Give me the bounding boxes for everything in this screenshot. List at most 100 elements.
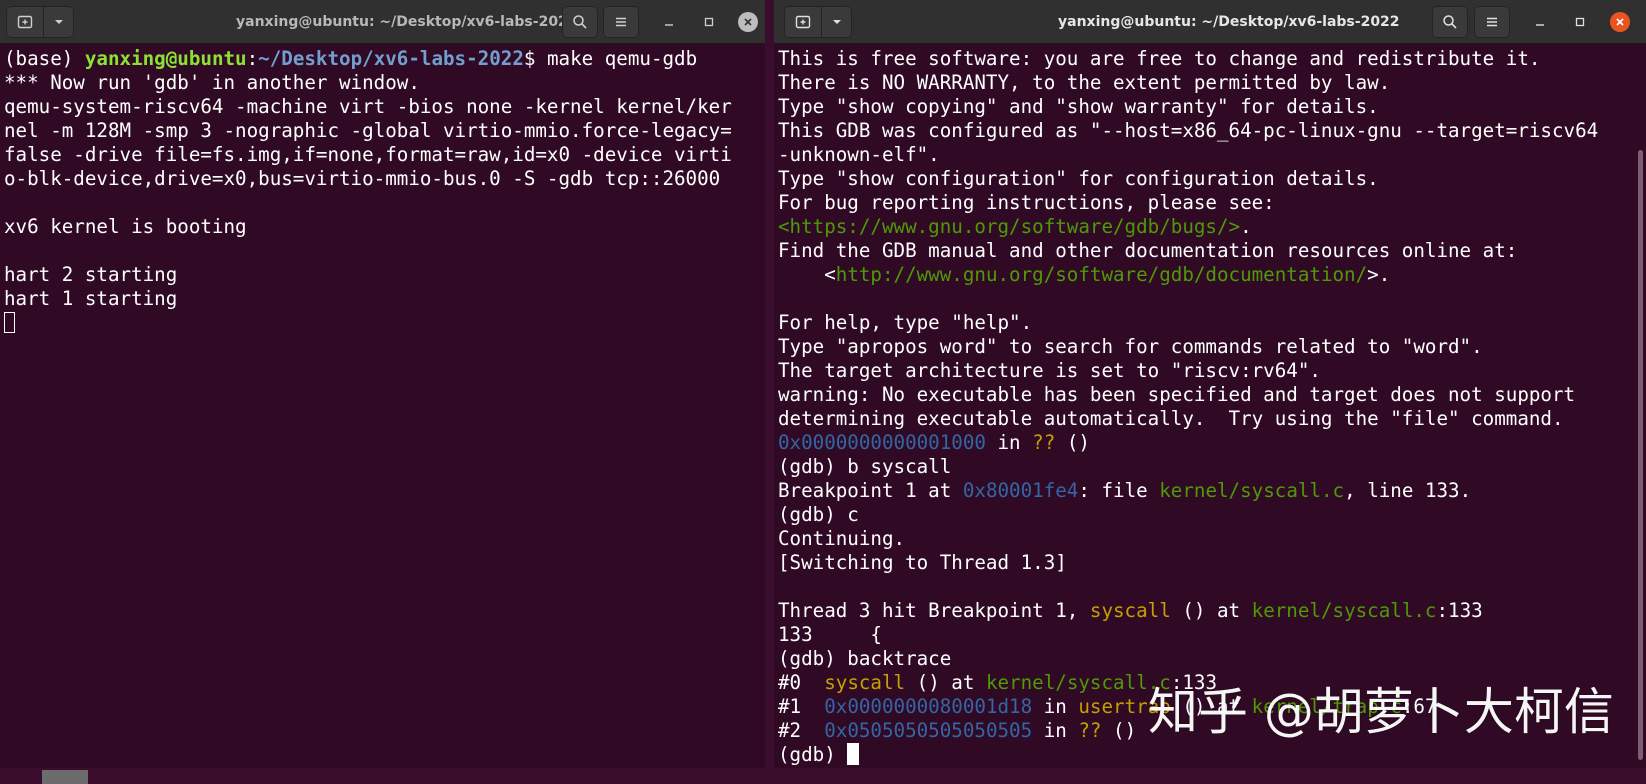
new-tab-icon bbox=[17, 14, 33, 30]
left-tab-menu-button[interactable] bbox=[44, 6, 74, 38]
new-tab-icon bbox=[795, 14, 811, 30]
right-terminal-window[interactable]: yanxing@ubuntu: ~/Desktop/xv6-labs-2022 bbox=[774, 0, 1646, 768]
source-file: kernel/syscall.c bbox=[1252, 599, 1437, 622]
right-hamburger-menu-button[interactable] bbox=[1474, 6, 1510, 38]
text: () at bbox=[1171, 599, 1252, 622]
zhihu-watermark: 知乎 @胡萝卜大柯信 bbox=[1148, 682, 1614, 742]
right-titlebar[interactable]: yanxing@ubuntu: ~/Desktop/xv6-labs-2022 bbox=[774, 0, 1646, 44]
source-file: kernel/syscall.c bbox=[1159, 479, 1344, 502]
right-minimize-button[interactable] bbox=[1530, 12, 1550, 32]
left-hamburger-menu-button[interactable] bbox=[603, 6, 639, 38]
text: : file bbox=[1078, 479, 1159, 502]
right-tab-menu-button[interactable] bbox=[822, 6, 852, 38]
terminal-line: qemu-system-riscv64 -machine virt -bios … bbox=[4, 95, 749, 119]
left-terminal-output[interactable]: (base) yanxing@ubuntu:~/Desktop/xv6-labs… bbox=[4, 47, 749, 768]
blank-line bbox=[778, 575, 1630, 599]
chevron-down-icon bbox=[53, 16, 65, 28]
punctuation: >. bbox=[1367, 263, 1390, 286]
terminal-line bbox=[4, 191, 749, 215]
left-menu-group bbox=[603, 6, 639, 38]
maximize-icon bbox=[703, 16, 715, 28]
terminal-line: false -drive file=fs.img,if=none,format=… bbox=[4, 143, 749, 167]
terminal-line: nel -m 128M -smp 3 -nographic -global vi… bbox=[4, 119, 749, 143]
address: 0x0505050505050505 bbox=[824, 719, 1032, 742]
right-close-button[interactable] bbox=[1610, 12, 1630, 32]
text: in bbox=[1032, 695, 1078, 718]
bug-report-link[interactable]: <https://www.gnu.org/software/gdb/bugs/> bbox=[778, 215, 1240, 238]
left-new-tab-button[interactable] bbox=[6, 6, 44, 38]
terminal-line: For help, type "help". bbox=[778, 311, 1630, 335]
function-name: ?? bbox=[1032, 431, 1055, 454]
right-search-button[interactable] bbox=[1432, 6, 1468, 38]
terminal-line: Continuing. bbox=[778, 527, 1630, 551]
terminal-line: -unknown-elf". bbox=[778, 143, 1630, 167]
right-new-tab-button[interactable] bbox=[784, 6, 822, 38]
cursor-line bbox=[4, 311, 749, 335]
search-icon bbox=[1442, 14, 1458, 30]
terminal-cursor bbox=[4, 312, 15, 333]
desktop: yanxing@ubuntu: ~/Desktop/xv6-labs-2022 bbox=[0, 0, 1646, 784]
documentation-link[interactable]: http://www.gnu.org/software/gdb/document… bbox=[836, 263, 1367, 286]
right-search-group bbox=[1432, 6, 1468, 38]
left-tab-controls bbox=[6, 6, 74, 38]
text: , line 133. bbox=[1344, 479, 1471, 502]
terminal-line: For bug reporting instructions, please s… bbox=[778, 191, 1630, 215]
hamburger-menu-icon bbox=[613, 14, 629, 30]
terminal-line: xv6 kernel is booting bbox=[4, 215, 749, 239]
gdb-command-line: (gdb) c bbox=[778, 503, 1630, 527]
terminal-line: 0x0000000000001000 in ?? () bbox=[778, 431, 1630, 455]
terminal-line: Type "show configuration" for configurat… bbox=[778, 167, 1630, 191]
right-tab-controls bbox=[784, 6, 852, 38]
terminal-line: hart 2 starting bbox=[4, 263, 749, 287]
address: 0x0000000000001000 bbox=[778, 431, 986, 454]
terminal-line: There is NO WARRANTY, to the extent perm… bbox=[778, 71, 1630, 95]
left-titlebar[interactable]: yanxing@ubuntu: ~/Desktop/xv6-labs-2022 bbox=[0, 0, 765, 44]
gdb-terminal-output[interactable]: This is free software: you are free to c… bbox=[778, 47, 1630, 768]
blank-line bbox=[778, 287, 1630, 311]
terminal-line: Thread 3 hit Breakpoint 1, syscall () at… bbox=[778, 599, 1630, 623]
close-icon bbox=[743, 17, 753, 27]
function-name: syscall bbox=[1090, 599, 1171, 622]
gdb-scrollbar[interactable] bbox=[1638, 150, 1643, 760]
prompt-colon: : bbox=[247, 47, 259, 70]
left-window-title: yanxing@ubuntu: ~/Desktop/xv6-labs-2022 bbox=[236, 0, 578, 44]
address: 0x80001fe4 bbox=[963, 479, 1079, 502]
terminal-line: determining executable automatically. Tr… bbox=[778, 407, 1630, 431]
right-menu-group bbox=[1474, 6, 1510, 38]
function-name: syscall bbox=[824, 671, 905, 694]
terminal-line: Find the GDB manual and other documentat… bbox=[778, 239, 1630, 263]
text: in bbox=[1032, 719, 1078, 742]
right-maximize-button[interactable] bbox=[1570, 12, 1590, 32]
terminal-line: Type "show copying" and "show warranty" … bbox=[778, 95, 1630, 119]
hamburger-menu-icon bbox=[1484, 14, 1500, 30]
left-terminal-window[interactable]: yanxing@ubuntu: ~/Desktop/xv6-labs-2022 bbox=[0, 0, 765, 768]
text: Breakpoint 1 at bbox=[778, 479, 963, 502]
terminal-line: This is free software: you are free to c… bbox=[778, 47, 1630, 71]
punctuation: < bbox=[778, 263, 836, 286]
left-search-button[interactable] bbox=[562, 6, 598, 38]
prompt-user: yanxing@ubuntu bbox=[85, 47, 247, 70]
shell-command: make qemu-gdb bbox=[547, 47, 697, 70]
source-file: kernel/syscall.c bbox=[986, 671, 1171, 694]
terminal-cursor bbox=[847, 743, 859, 765]
left-maximize-button[interactable] bbox=[699, 12, 719, 32]
text: Thread 3 hit Breakpoint 1, bbox=[778, 599, 1090, 622]
function-name: ?? bbox=[1078, 719, 1101, 742]
text: () at bbox=[905, 671, 986, 694]
taskbar-thumbnail[interactable] bbox=[42, 770, 88, 784]
gdb-command-line: (gdb) b syscall bbox=[778, 455, 1630, 479]
gdb-prompt-line: (gdb) bbox=[778, 743, 1630, 767]
terminal-line: warning: No executable has been specifie… bbox=[778, 383, 1630, 407]
text: () bbox=[1101, 719, 1136, 742]
terminal-line: hart 1 starting bbox=[4, 287, 749, 311]
left-close-button[interactable] bbox=[738, 12, 758, 32]
search-icon bbox=[572, 14, 588, 30]
left-minimize-button[interactable] bbox=[659, 12, 679, 32]
frame-number: #1 bbox=[778, 695, 824, 718]
address: 0x0000000080001d18 bbox=[824, 695, 1032, 718]
terminal-line bbox=[4, 239, 749, 263]
terminal-line: Type "apropos word" to search for comman… bbox=[778, 335, 1630, 359]
terminal-line: <https://www.gnu.org/software/gdb/bugs/>… bbox=[778, 215, 1630, 239]
gdb-command-line: (gdb) backtrace bbox=[778, 647, 1630, 671]
minimize-icon bbox=[1534, 16, 1546, 28]
